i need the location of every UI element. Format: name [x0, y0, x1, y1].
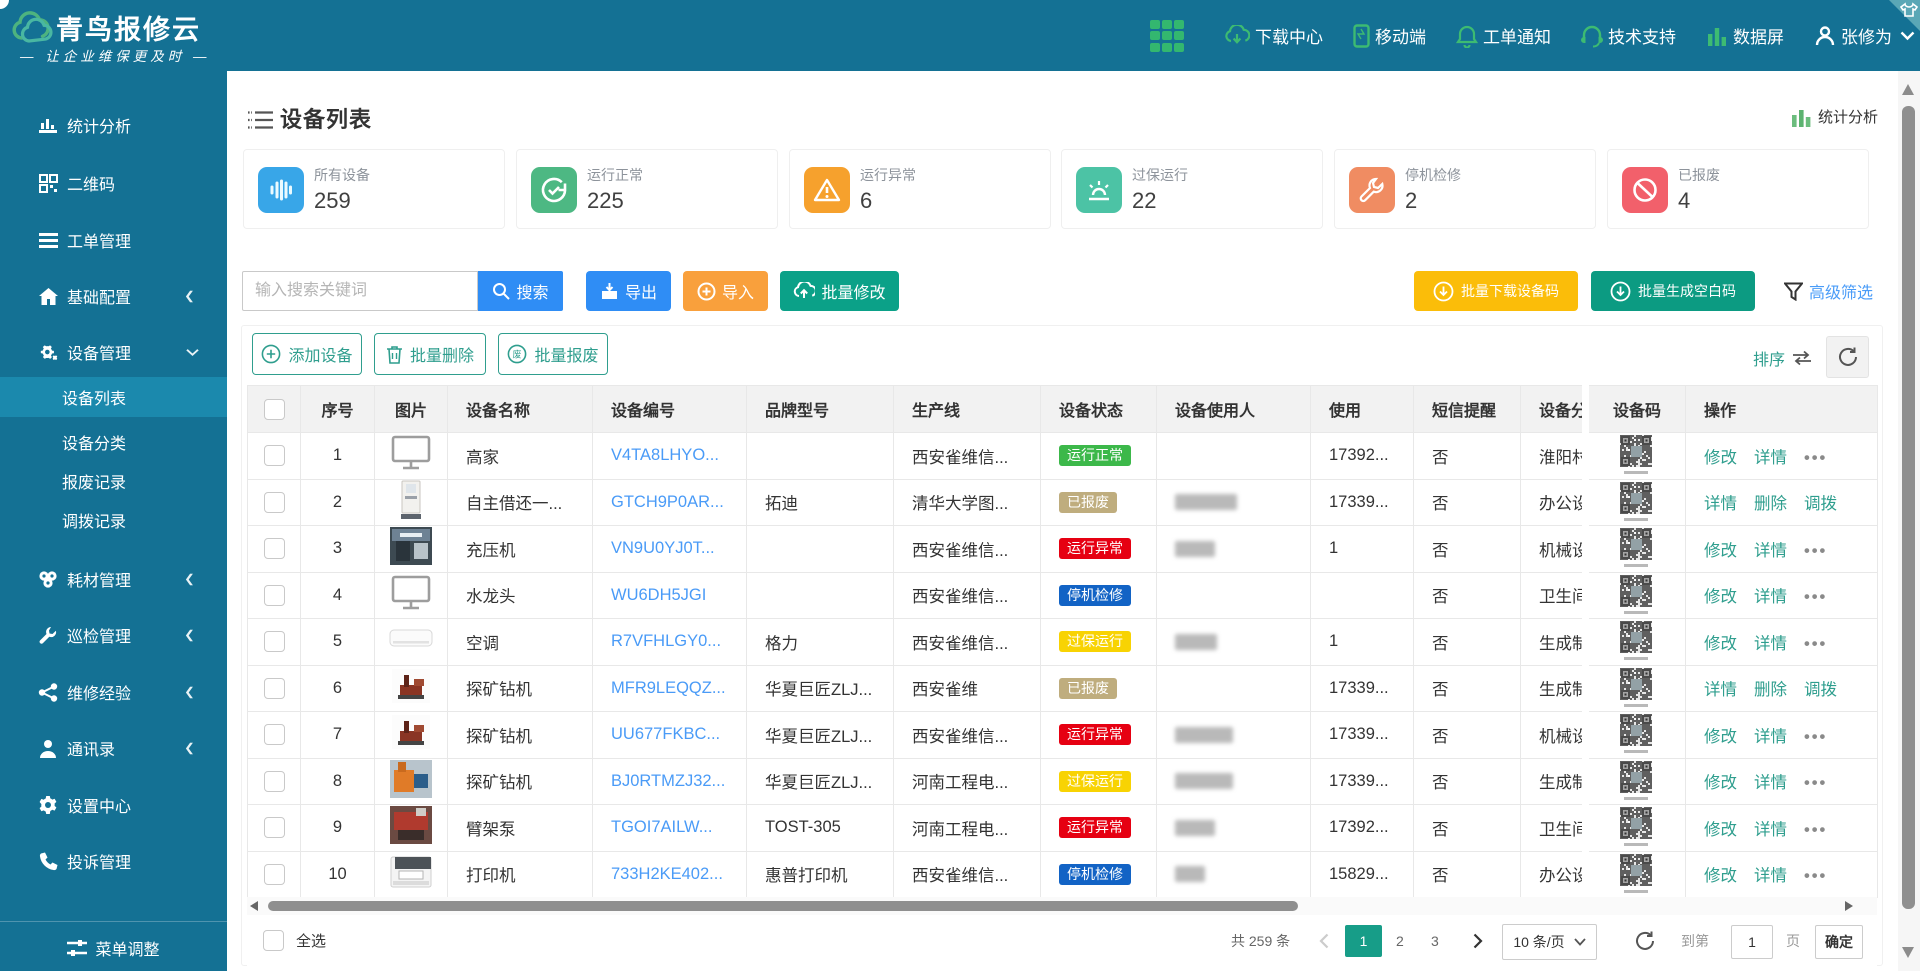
- svg-text:废: 废: [513, 349, 522, 360]
